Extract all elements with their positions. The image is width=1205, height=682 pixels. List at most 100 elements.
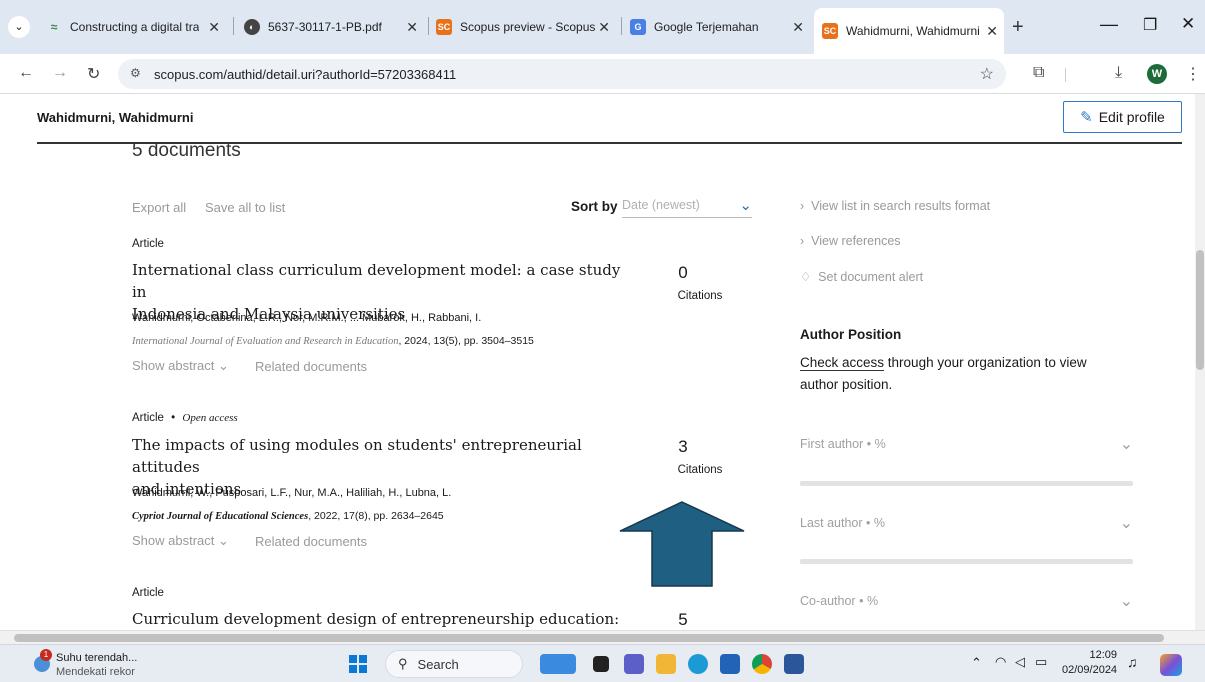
tab-constructing[interactable]: ≈ Constructing a digital tra ✕ (46, 8, 226, 46)
last-author-bar (800, 559, 1133, 564)
taskbar-search[interactable]: ⚲ Search (385, 650, 523, 678)
leaf-icon: ≈ (50, 20, 58, 34)
vertical-scrollbar[interactable] (1195, 94, 1205, 630)
chevron-down-icon: ⌄ (739, 197, 752, 214)
chevron-right-icon: › (800, 234, 805, 248)
scopus-favicon: SC (436, 19, 452, 35)
bell-icon: ♢ (800, 270, 812, 284)
last-author-row[interactable]: Last author • % ⌄ (800, 515, 1133, 532)
menu-kebab-icon[interactable]: ⋮ (1185, 64, 1201, 84)
chrome-icon[interactable] (752, 654, 772, 674)
weather-widget[interactable]: 1 Suhu terendah... Mendekati rekor (34, 649, 154, 680)
chevron-down-icon: ⌄ (218, 358, 229, 373)
document-journal: Cypriot Journal of Educational Sciences,… (132, 510, 444, 522)
browser-toolbar: ← → ↻ ⚙ scopus.com/authid/detail.uri?aut… (0, 54, 1205, 94)
store-icon[interactable] (720, 654, 740, 674)
open-access-badge: Open access (182, 412, 238, 424)
back-arrow-icon[interactable]: ← (18, 64, 34, 82)
citation-count[interactable]: 0 (653, 263, 713, 283)
chevron-down-icon: ⌄ (1119, 436, 1133, 453)
edit-profile-button[interactable]: ✎ Edit profile (1063, 101, 1182, 133)
new-tab-button[interactable]: + (1012, 16, 1024, 39)
citation-count[interactable]: 3 (653, 437, 713, 457)
clock[interactable]: 12:09 02/09/2024 (1062, 648, 1117, 678)
notification-bell-icon[interactable]: ♫ (1127, 654, 1138, 670)
horizontal-scroll-thumb[interactable] (14, 634, 1164, 642)
citation-count[interactable]: 5 (653, 610, 713, 630)
document-title-link[interactable]: Curriculum development design of entrepr… (132, 608, 622, 630)
document-journal: International Journal of Evaluation and … (132, 335, 534, 347)
check-access-text: Check access through your organization t… (800, 355, 1087, 392)
globe-icon: ◐ (244, 19, 260, 35)
wifi-icon[interactable]: ◠ (995, 654, 1006, 670)
widgets-app-icon[interactable] (540, 654, 576, 674)
forward-arrow-icon[interactable]: → (52, 64, 68, 82)
sort-by-label: Sort by (571, 199, 618, 214)
tab-search-button[interactable]: ⌄ (8, 16, 30, 38)
close-icon[interactable]: ✕ (598, 19, 610, 36)
author-position-heading: Author Position (800, 327, 902, 342)
page-content: Wahidmurni, Wahidmurni ✎ Edit profile 5 … (0, 94, 1195, 630)
restore-button[interactable]: ❐ (1143, 15, 1157, 35)
download-icon[interactable]: ⤓ (1115, 64, 1122, 82)
doc-type: Article • Open access (132, 412, 238, 424)
export-all-link[interactable]: Export all (132, 200, 186, 215)
edge-icon[interactable] (688, 654, 708, 674)
show-abstract-toggle[interactable]: Show abstract ⌄ (132, 358, 229, 374)
scopus-favicon: SC (822, 23, 838, 39)
chevron-down-icon: ⌄ (1119, 593, 1133, 610)
translate-icon: G (630, 19, 646, 35)
volume-icon[interactable]: ◁ (1015, 654, 1025, 670)
reload-icon[interactable]: ↻ (87, 64, 100, 84)
save-all-link[interactable]: Save all to list (205, 200, 285, 215)
doc-type: Article (132, 587, 164, 599)
search-icon: ⚲ (398, 656, 408, 671)
chevron-down-icon: ⌄ (218, 533, 229, 548)
close-window-button[interactable]: ✕ (1181, 14, 1195, 34)
bookmark-star-icon[interactable]: ☆ (980, 64, 994, 84)
check-access-link[interactable]: Check access (800, 355, 885, 371)
related-documents-link[interactable]: Related documents (255, 534, 367, 549)
citation-label: Citations (677, 464, 723, 476)
horizontal-scrollbar[interactable] (0, 630, 1205, 644)
tab-wahidmurni[interactable]: SC Wahidmurni, Wahidmurni ✕ (814, 8, 1004, 54)
close-icon[interactable]: ✕ (792, 19, 804, 36)
profile-avatar[interactable]: W (1147, 64, 1167, 84)
set-alert-link[interactable]: ♢ Set document alert (800, 269, 923, 284)
show-abstract-toggle[interactable]: Show abstract ⌄ (132, 533, 229, 549)
co-author-row[interactable]: Co-author • % ⌄ (800, 593, 1133, 610)
file-explorer-icon[interactable] (656, 654, 676, 674)
first-author-bar (800, 481, 1133, 486)
battery-icon[interactable]: ▭ (1035, 654, 1047, 670)
first-author-row[interactable]: First author • % ⌄ (800, 436, 1133, 453)
extensions-icon[interactable]: ⧉ (1033, 64, 1044, 82)
windows-start-icon[interactable] (349, 655, 367, 673)
chevron-right-icon: › (800, 199, 805, 213)
related-documents-link[interactable]: Related documents (255, 359, 367, 374)
tab-pdf[interactable]: ◐ 5637-30117-1-PB.pdf ✕ (244, 8, 424, 46)
windows-taskbar: 1 Suhu terendah... Mendekati rekor ⚲ Sea… (0, 644, 1205, 682)
scroll-thumb[interactable] (1196, 250, 1204, 370)
copilot-icon[interactable] (1160, 654, 1182, 676)
url-text: scopus.com/authid/detail.uri?authorId=57… (154, 66, 457, 82)
chevron-up-icon[interactable]: ⌃ (971, 655, 982, 671)
address-bar[interactable]: ⚙ scopus.com/authid/detail.uri?authorId=… (118, 59, 1006, 89)
sort-select[interactable]: Date (newest) ⌄ (622, 197, 752, 218)
word-icon[interactable] (784, 654, 804, 674)
tab-google-translate[interactable]: G Google Terjemahan ✕ (630, 8, 810, 46)
view-references-link[interactable]: › View references (800, 234, 901, 248)
close-icon[interactable]: ✕ (208, 19, 220, 36)
notification-badge: 1 (40, 649, 52, 661)
pencil-icon: ✎ (1080, 109, 1093, 126)
view-list-link[interactable]: › View list in search results format (800, 199, 990, 213)
minimize-button[interactable]: — (1100, 14, 1118, 35)
documents-count: 5 documents (132, 140, 241, 161)
task-view-icon[interactable] (593, 656, 609, 672)
citation-label: Citations (677, 290, 723, 302)
tab-scopus-preview[interactable]: SC Scopus preview - Scopus ✕ (436, 8, 616, 46)
site-info-icon[interactable]: ⚙ (130, 66, 141, 80)
teams-icon[interactable] (624, 654, 644, 674)
tab-bar: ⌄ ≈ Constructing a digital tra ✕ ◐ 5637-… (0, 0, 1205, 54)
close-icon[interactable]: ✕ (986, 23, 998, 40)
close-icon[interactable]: ✕ (406, 19, 418, 36)
